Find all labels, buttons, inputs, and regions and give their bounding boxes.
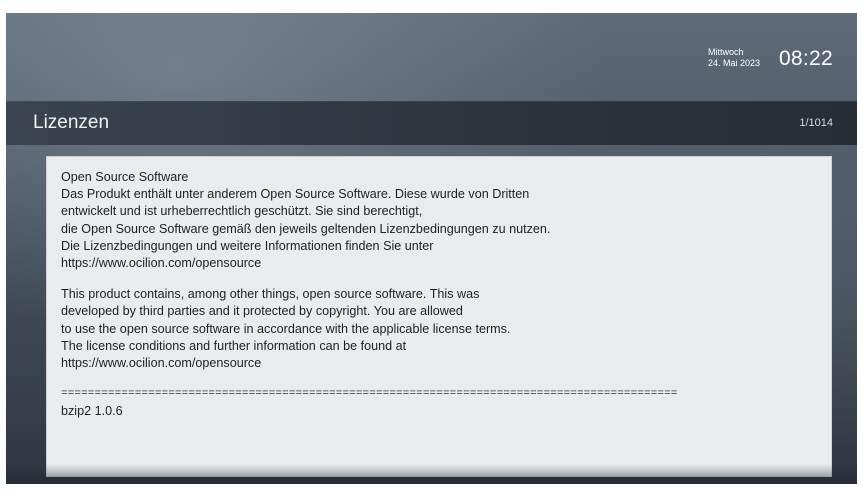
text-line: The license conditions and further infor… — [61, 338, 407, 353]
date-label: 24. Mai 2023 — [707, 58, 760, 68]
separator-line: ========================================… — [61, 388, 678, 401]
page-counter: 1/1014 — [799, 117, 833, 129]
text-line: https://www.ocilion.com/opensource — [61, 356, 262, 371]
package-name: bzip2 1.0.6 — [61, 404, 123, 419]
text-line: Das Produkt enthält unter anderem Open S… — [61, 187, 530, 202]
text-line: to use the open source software in accor… — [61, 321, 511, 336]
weekday-label: Mittwoch — [707, 47, 744, 57]
time-label: 08:22 — [778, 47, 833, 70]
text-line: Die Lizenzbedingungen und weitere Inform… — [61, 238, 434, 253]
date-block: Mittwoch 24. Mai 2023 — [708, 47, 760, 69]
text-line: Open Source Software — [61, 170, 189, 184]
bottom-shadow — [6, 464, 857, 484]
title-bar: Lizenzen 1/1014 — [6, 101, 857, 145]
license-text-panel[interactable]: Open Source Software Das Produkt enthält… — [46, 156, 832, 477]
text-line: developed by third parties and it protec… — [61, 304, 463, 319]
clock-area: Mittwoch 24. Mai 2023 08:22 — [557, 41, 857, 81]
text-line: This product contains, among other thing… — [61, 287, 480, 302]
text-line: die Open Source Software gemäß den jewei… — [61, 221, 551, 236]
tv-screen: Mittwoch 24. Mai 2023 08:22 Lizenzen 1/1… — [6, 13, 857, 484]
page-title: Lizenzen — [33, 112, 110, 133]
text-line: https://www.ocilion.com/opensource — [61, 256, 262, 271]
text-line: entwickelt und ist urheberrechtlich gesc… — [61, 204, 423, 219]
